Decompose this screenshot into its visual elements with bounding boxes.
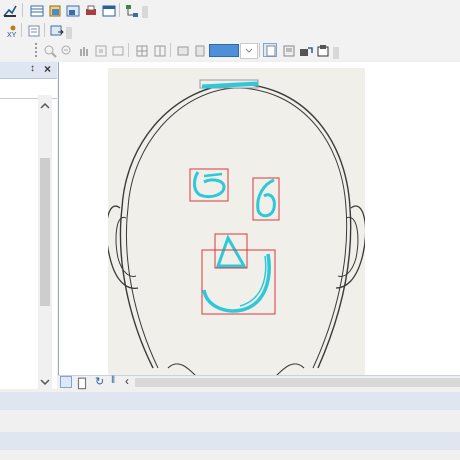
change-layout-icon[interactable]: [298, 43, 313, 57]
horizontal-scrollbar[interactable]: [135, 378, 460, 387]
layout-page[interactable]: [108, 68, 365, 376]
layout-toolbar: [0, 40, 460, 60]
toc-panel-header: ↕ ×: [0, 62, 57, 79]
close-icon[interactable]: ×: [44, 62, 51, 76]
pause-icon[interactable]: ‖: [111, 375, 115, 386]
toggle-draft-icon[interactable]: [263, 43, 277, 57]
face-drawing: [108, 79, 365, 376]
status-band: [0, 432, 460, 450]
export-icon[interactable]: [49, 23, 64, 37]
xy-coordinate-icon[interactable]: XY: [5, 23, 19, 38]
bottom-strip: [0, 450, 460, 460]
separator: [170, 43, 171, 57]
separator: [22, 3, 23, 17]
separator: [44, 23, 45, 37]
layer-properties-icon[interactable]: [47, 3, 61, 17]
lower-panel: [0, 410, 460, 432]
pin-icon[interactable]: ↕: [30, 63, 35, 74]
previous-extent-icon[interactable]: [134, 43, 148, 57]
layout-view-toggle-icon[interactable]: [74, 376, 87, 390]
layout-view-icon[interactable]: [65, 3, 80, 17]
select-features-icon[interactable]: [2, 3, 17, 17]
chevron-down-icon[interactable]: [142, 6, 148, 18]
right-eye-feature: [256, 178, 276, 218]
print-icon[interactable]: [83, 3, 97, 17]
next-extent-icon[interactable]: [152, 43, 166, 57]
toolbar-grip[interactable]: [35, 43, 40, 57]
window-icon[interactable]: [101, 3, 116, 17]
data-view-icon[interactable]: [60, 376, 72, 388]
separator: [259, 43, 260, 57]
zoom-percent-icon[interactable]: [175, 43, 189, 57]
zoom-out-page-icon[interactable]: [59, 43, 73, 57]
svg-text:XY: XY: [7, 32, 17, 38]
separator: [119, 3, 120, 17]
left-ear-inner: [115, 216, 137, 277]
separator: [21, 23, 22, 37]
chevron-down-icon[interactable]: [66, 27, 72, 39]
zoom-field[interactable]: [209, 44, 239, 57]
scroll-left-icon[interactable]: ‹: [125, 374, 129, 388]
model-icon[interactable]: [124, 3, 138, 17]
head-outline-inner: [125, 87, 348, 369]
refresh-icon[interactable]: ↻: [95, 375, 104, 388]
toolbar-row-1: [0, 0, 460, 20]
toolbar-row-2: XY: [0, 20, 460, 40]
fixed-zoom-icon[interactable]: [110, 43, 124, 57]
mouth-feature: [202, 253, 271, 313]
head-outline: [119, 83, 352, 369]
lower-toolbar-band: [0, 392, 460, 410]
focus-data-frame-icon[interactable]: [281, 43, 295, 57]
page-setup-icon[interactable]: [192, 43, 206, 57]
separator: [128, 43, 129, 57]
scroll-up-icon[interactable]: [38, 101, 52, 111]
chevron-down-icon[interactable]: [333, 47, 339, 59]
nose-feature: [215, 234, 247, 268]
zoom-dropdown[interactable]: [240, 43, 258, 59]
zoom-in-page-icon[interactable]: [42, 43, 57, 58]
attribute-table-icon[interactable]: [29, 3, 44, 17]
scroll-down-icon[interactable]: [38, 377, 52, 387]
data-driven-pages-icon[interactable]: [315, 43, 329, 57]
scrollbar-thumb[interactable]: [40, 158, 50, 306]
full-page-icon[interactable]: [93, 43, 107, 57]
layer-list-icon[interactable]: [26, 23, 40, 37]
pan-page-icon[interactable]: [76, 43, 90, 57]
